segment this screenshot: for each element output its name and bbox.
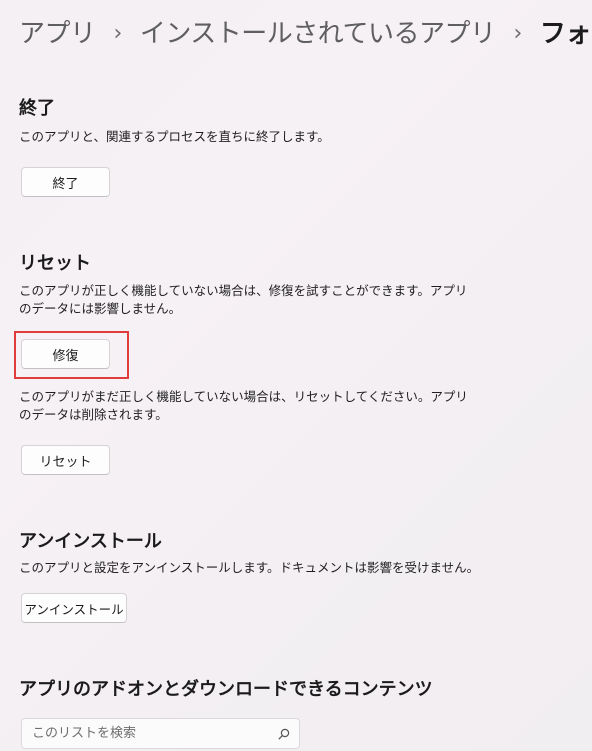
breadcrumb: アプリ › インストールされているアプリ › フォト [19, 14, 592, 54]
reset-section-title: リセット [19, 253, 91, 274]
uninstall-description: このアプリと設定をアンインストールします。ドキュメントは影響を受けません。 [19, 560, 480, 575]
terminate-button[interactable]: 終了 [21, 167, 110, 197]
addons-section-title: アプリのアドオンとダウンロードできるコンテンツ [19, 679, 433, 700]
uninstall-section-title: アンインストール [19, 531, 162, 552]
chevron-right-icon: › [513, 21, 523, 46]
terminate-description: このアプリと、関連するプロセスを直ちに終了します。 [19, 129, 330, 144]
repair-description: このアプリが正しく機能していない場合は、修復を試すことができます。アプリのデータ… [19, 283, 468, 316]
uninstall-button[interactable]: アンインストール [21, 593, 127, 623]
reset-description: このアプリがまだ正しく機能していない場合は、リセットしてください。アプリのデータ… [19, 389, 468, 422]
breadcrumb-item-apps[interactable]: アプリ [19, 14, 96, 54]
addons-search-input[interactable] [22, 719, 272, 748]
chevron-right-icon: › [113, 21, 123, 46]
page-title: フォト [539, 19, 592, 49]
breadcrumb-item-installed-apps[interactable]: インストールされているアプリ [140, 14, 496, 54]
addons-search-box [21, 718, 300, 749]
repair-button[interactable]: 修復 [21, 339, 110, 369]
reset-button[interactable]: リセット [21, 445, 110, 475]
terminate-section-title: 終了 [19, 98, 55, 119]
search-icon[interactable] [278, 728, 290, 740]
